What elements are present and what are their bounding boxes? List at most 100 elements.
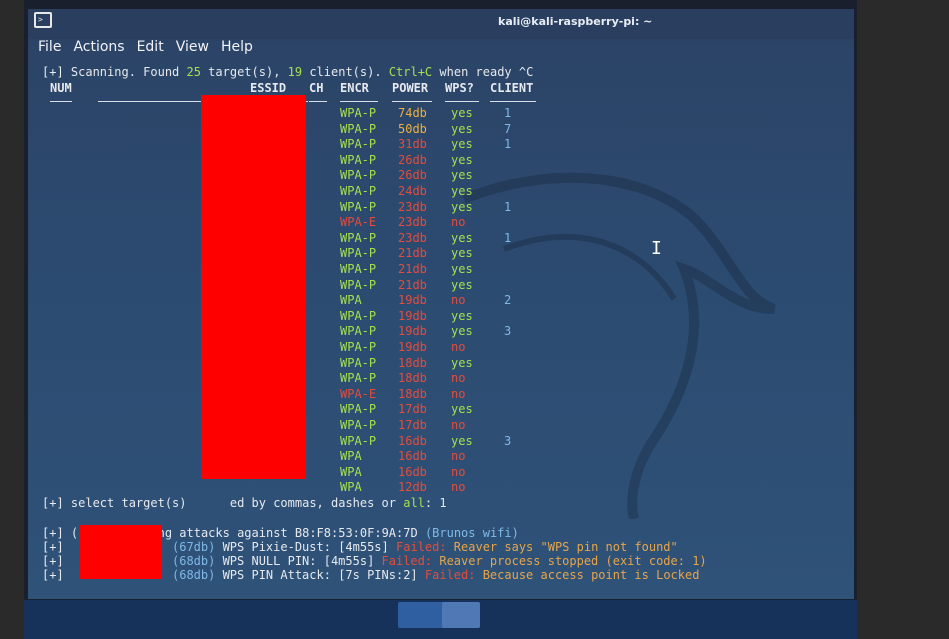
cell-power: 19db [398,308,427,323]
cell-encr: WPA-P [340,308,377,323]
cell-wps: yes [451,246,473,261]
cell-encr: WPA-P [340,137,377,152]
cell-power: 17db [398,418,427,432]
cell-encr: WPA [340,480,362,495]
cell-encr: WPA-P [340,184,377,198]
cell-power: 16db [398,433,427,448]
divider [392,101,432,102]
cell-power: 12db [398,480,427,495]
cell-encr: WPA-P [340,106,377,120]
text-cursor-icon: I [651,238,662,259]
cell-encr: WPA [340,464,362,479]
col-header-num: NUM [50,81,72,95]
cell-encr: WPA [340,293,362,308]
cell-wps: yes [451,402,473,417]
divider [445,101,479,102]
cell-power: 18db [398,386,427,401]
col-header-essid: ESSID [250,81,287,95]
attack-result-row: (67db) WPS Pixie-Dust: [4m55s] Failed: R… [172,540,678,554]
cell-encr: WPA-P [340,246,377,261]
cell-encr: WPA-P [340,340,377,354]
cell-power: 24db [398,184,427,198]
cell-power: 19db [398,340,427,354]
cell-client: 1 [504,199,512,214]
menu-actions[interactable]: Actions [73,39,124,61]
cell-power: 16db [398,464,427,479]
cell-wps: no [451,464,466,479]
terminal-output[interactable]: [+] Scanning. Found 25 target(s), 19 cli… [28,63,854,599]
cell-wps: yes [451,168,473,183]
cell-wps: no [451,418,466,432]
divider [50,101,72,102]
taskbar [24,600,857,639]
cell-encr: WPA-P [340,324,377,339]
cell-encr: WPA-P [340,262,377,276]
cell-wps: no [451,340,466,354]
menu-help[interactable]: Help [221,39,253,61]
cell-encr: WPA-P [340,152,377,167]
window-title: kali@kali-raspberry-pi: ~ [498,15,653,28]
terminal-window: > kali@kali-raspberry-pi: ~ File Actions… [28,9,854,599]
menu-bar: File Actions Edit View Help [38,39,253,61]
cell-wps: yes [451,121,473,136]
cell-wps: no [451,386,466,401]
cell-encr: WPA-E [340,386,377,401]
cell-wps: yes [451,308,473,323]
cell-power: 21db [398,277,427,292]
redaction-box [201,95,306,479]
cell-power: 21db [398,246,427,261]
cell-power: 18db [398,355,427,370]
col-header-encr: ENCR [340,81,369,95]
menu-view[interactable]: View [176,39,209,61]
cell-power: 23db [398,199,427,214]
cell-encr: WPA-P [340,433,377,448]
cell-client: 7 [504,121,512,136]
cell-encr: WPA-P [340,230,377,245]
taskbar-window-button[interactable] [442,602,480,628]
cell-wps: no [451,371,466,386]
cell-encr: WPA-P [340,418,377,432]
cell-power: 17db [398,402,427,417]
cell-wps: yes [451,433,473,448]
cell-wps: yes [451,277,473,292]
cell-wps: yes [451,230,473,245]
col-header-wps: WPS? [445,81,474,95]
cell-wps: yes [451,324,473,339]
title-bar: > kali@kali-raspberry-pi: ~ [28,9,854,39]
cell-client: 3 [504,433,512,448]
cell-wps: yes [451,355,473,370]
redaction-box [79,525,162,579]
cell-power: 23db [398,215,427,230]
cell-wps: yes [451,106,473,120]
cell-encr: WPA-P [340,121,377,136]
col-header-client: CLIENT [490,81,534,95]
cell-power: 26db [398,152,427,167]
cell-encr: WPA-P [340,402,377,417]
cell-power: 23db [398,230,427,245]
cell-wps: no [451,293,466,308]
cell-power: 50db [398,121,427,136]
menu-file[interactable]: File [38,39,61,61]
cell-power: 21db [398,262,427,276]
cell-encr: WPA-E [340,215,377,230]
menu-edit[interactable]: Edit [137,39,164,61]
terminal-icon[interactable]: > [34,12,52,28]
cell-wps: yes [451,152,473,167]
cell-power: 26db [398,168,427,183]
select-prompt-line: [+] select target(s) ed by commas, dashe… [42,496,447,510]
cell-power: 19db [398,324,427,339]
cell-encr: WPA [340,449,362,464]
cell-wps: no [451,480,466,495]
col-header-ch: CH [309,81,324,95]
cell-encr: WPA-P [340,199,377,214]
divider [309,101,327,102]
cell-client: 1 [504,137,512,152]
cell-wps: yes [451,199,473,214]
cell-encr: WPA-P [340,277,377,292]
prompt-marker: [+] [42,554,64,568]
cell-wps: yes [451,137,473,152]
prompt-marker: [+] [42,540,64,554]
cell-wps: no [451,215,466,230]
cell-encr: WPA-P [340,168,377,183]
cell-client: 3 [504,324,512,339]
